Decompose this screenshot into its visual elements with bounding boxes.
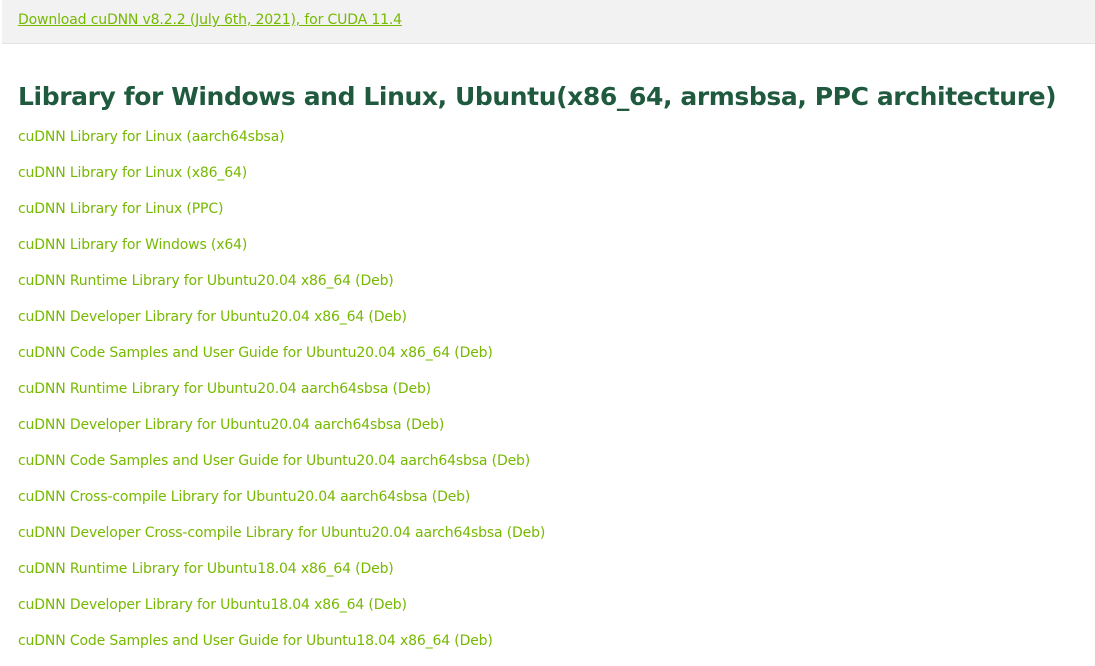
download-link[interactable]: cuDNN Library for Windows (x64) — [18, 237, 247, 253]
download-link[interactable]: cuDNN Runtime Library for Ubuntu18.04 x8… — [18, 561, 394, 577]
download-link[interactable]: cuDNN Cross-compile Library for Ubuntu20… — [18, 489, 470, 505]
download-link[interactable]: cuDNN Developer Library for Ubuntu18.04 … — [18, 597, 407, 613]
download-link[interactable]: cuDNN Code Samples and User Guide for Ub… — [18, 345, 493, 361]
list-item: cuDNN Library for Linux (aarch64sbsa) — [18, 126, 545, 162]
list-item: cuDNN Library for Linux (x86_64) — [18, 162, 545, 198]
download-link[interactable]: cuDNN Library for Linux (x86_64) — [18, 165, 247, 181]
list-item: cuDNN Code Samples and User Guide for Ub… — [18, 630, 545, 666]
download-link[interactable]: cuDNN Developer Library for Ubuntu20.04 … — [18, 417, 444, 433]
list-item: cuDNN Developer Library for Ubuntu20.04 … — [18, 414, 545, 450]
list-item: cuDNN Library for Linux (PPC) — [18, 198, 545, 234]
download-link-list: cuDNN Library for Linux (aarch64sbsa) cu… — [18, 126, 545, 666]
list-item: cuDNN Cross-compile Library for Ubuntu20… — [18, 486, 545, 522]
list-item: cuDNN Code Samples and User Guide for Ub… — [18, 342, 545, 378]
download-link[interactable]: cuDNN Runtime Library for Ubuntu20.04 x8… — [18, 273, 394, 289]
list-item: cuDNN Runtime Library for Ubuntu18.04 x8… — [18, 558, 545, 594]
download-link[interactable]: cuDNN Code Samples and User Guide for Ub… — [18, 453, 530, 469]
download-link[interactable]: cuDNN Developer Cross-compile Library fo… — [18, 525, 545, 541]
download-link[interactable]: cuDNN Developer Library for Ubuntu20.04 … — [18, 309, 407, 325]
list-item: cuDNN Developer Library for Ubuntu20.04 … — [18, 306, 545, 342]
list-item: cuDNN Runtime Library for Ubuntu20.04 x8… — [18, 270, 545, 306]
download-cudnn-link[interactable]: Download cuDNN v8.2.2 (July 6th, 2021), … — [18, 11, 402, 29]
list-item: cuDNN Developer Library for Ubuntu18.04 … — [18, 594, 545, 630]
list-item: cuDNN Code Samples and User Guide for Ub… — [18, 450, 545, 486]
list-item: cuDNN Developer Cross-compile Library fo… — [18, 522, 545, 558]
download-link[interactable]: cuDNN Library for Linux (PPC) — [18, 201, 223, 217]
list-item: cuDNN Runtime Library for Ubuntu20.04 aa… — [18, 378, 545, 414]
download-link[interactable]: cuDNN Library for Linux (aarch64sbsa) — [18, 129, 285, 145]
download-link[interactable]: cuDNN Code Samples and User Guide for Ub… — [18, 633, 493, 649]
download-link[interactable]: cuDNN Runtime Library for Ubuntu20.04 aa… — [18, 381, 431, 397]
section-title: Library for Windows and Linux, Ubuntu(x8… — [18, 82, 1057, 111]
list-item: cuDNN Library for Windows (x64) — [18, 234, 545, 270]
download-header-bar: Download cuDNN v8.2.2 (July 6th, 2021), … — [2, 0, 1095, 44]
